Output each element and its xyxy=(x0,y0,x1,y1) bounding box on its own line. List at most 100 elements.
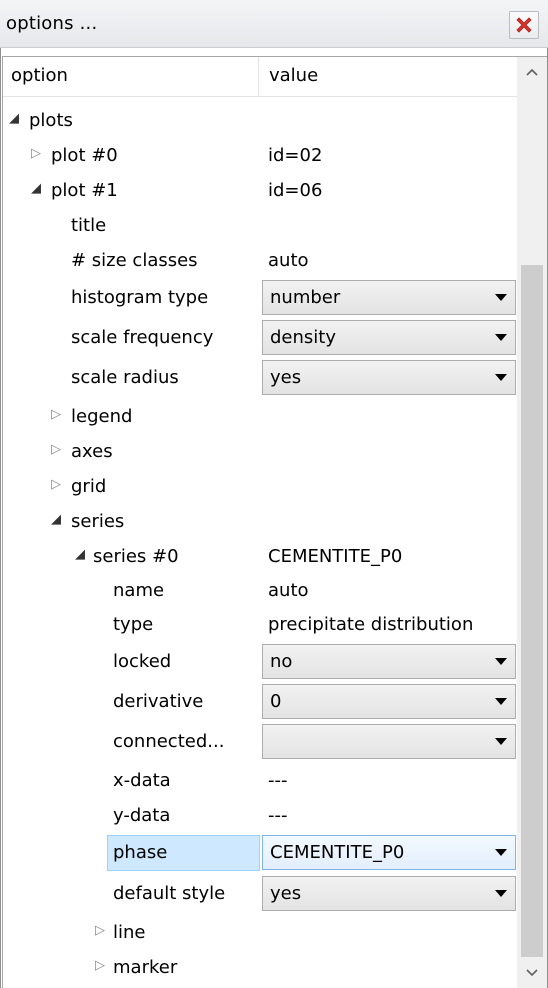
tree-row-x-data[interactable]: x-data --- xyxy=(3,765,517,798)
tree-value[interactable]: auto xyxy=(268,250,309,271)
scroll-down-button[interactable] xyxy=(517,958,547,988)
close-icon xyxy=(516,17,532,33)
tree-label: marker xyxy=(113,957,178,978)
derivative-dropdown[interactable]: 0 xyxy=(262,684,516,719)
connected-dropdown[interactable] xyxy=(262,724,516,759)
scroll-up-button[interactable] xyxy=(517,57,547,87)
tree-label: plot #0 xyxy=(51,145,118,166)
options-tree: option value ◢ plots ▷ plot #0 id=02 ◢ p… xyxy=(2,56,547,988)
column-header-value[interactable]: value xyxy=(261,65,318,104)
tree-label: connected... xyxy=(113,731,225,752)
tree-label: line xyxy=(113,922,146,943)
tree-row-derivative[interactable]: derivative 0 xyxy=(3,683,517,721)
tree-row-y-data[interactable]: y-data --- xyxy=(3,800,517,833)
tree-row-locked[interactable]: locked no xyxy=(3,643,517,681)
dropdown-value: CEMENTITE_P0 xyxy=(270,842,405,863)
expanded-triangle-icon[interactable]: ◢ xyxy=(75,547,85,562)
dropdown-arrow-icon xyxy=(495,849,507,856)
collapsed-triangle-icon[interactable]: ▷ xyxy=(95,923,105,938)
tree-label: axes xyxy=(71,441,113,462)
tree-row-series[interactable]: ◢ series xyxy=(3,506,517,539)
tree-row-scale-frequency[interactable]: scale frequency density xyxy=(3,319,517,357)
scale-radius-dropdown[interactable]: yes xyxy=(262,360,516,395)
tree-row-legend[interactable]: ▷ legend xyxy=(3,401,517,434)
tree-row-marker[interactable]: ▷ marker xyxy=(3,952,517,985)
dropdown-arrow-icon xyxy=(495,294,507,301)
dropdown-arrow-icon xyxy=(495,374,507,381)
tree-row-size-classes[interactable]: # size classes auto xyxy=(3,245,517,278)
tree-row-grid[interactable]: ▷ grid xyxy=(3,471,517,504)
tree-value[interactable]: auto xyxy=(268,580,309,601)
tree-row-line[interactable]: ▷ line xyxy=(3,917,517,950)
scrollbar-thumb[interactable] xyxy=(521,265,543,957)
column-divider[interactable] xyxy=(258,57,259,96)
tree-value: precipitate distribution xyxy=(268,614,474,635)
tree-value: id=02 xyxy=(268,145,323,166)
vertical-scrollbar[interactable] xyxy=(517,57,547,988)
tree-value[interactable]: --- xyxy=(268,770,288,791)
collapsed-triangle-icon[interactable]: ▷ xyxy=(51,442,61,457)
collapsed-triangle-icon[interactable]: ▷ xyxy=(31,146,41,161)
tree-value[interactable]: --- xyxy=(268,805,288,826)
tree-row-name[interactable]: name auto xyxy=(3,575,517,608)
tree-row-plots[interactable]: ◢ plots xyxy=(3,105,517,138)
tree-header: option value xyxy=(3,57,517,97)
expanded-triangle-icon[interactable]: ◢ xyxy=(9,111,19,126)
tree-label: name xyxy=(113,580,165,601)
collapsed-triangle-icon[interactable]: ▷ xyxy=(95,958,105,973)
expanded-triangle-icon[interactable]: ◢ xyxy=(51,512,61,527)
tree-row-histogram-type[interactable]: histogram type number xyxy=(3,279,517,317)
column-header-option[interactable]: option xyxy=(11,65,68,86)
tree-row-title[interactable]: title xyxy=(3,210,517,243)
expanded-triangle-icon[interactable]: ◢ xyxy=(31,181,41,196)
tree-label: legend xyxy=(71,406,133,427)
dropdown-value: yes xyxy=(270,367,302,388)
close-button[interactable] xyxy=(509,11,539,39)
tree-label: plots xyxy=(29,110,73,131)
tree-label: locked xyxy=(113,651,172,672)
tree-row-connected[interactable]: connected... xyxy=(3,723,517,761)
options-window: options ... option value ◢ plots ▷ plot … xyxy=(0,0,548,988)
dropdown-arrow-icon xyxy=(495,738,507,745)
default-style-dropdown[interactable]: yes xyxy=(262,876,516,911)
tree-row-axes[interactable]: ▷ axes xyxy=(3,436,517,469)
tree-label: # size classes xyxy=(71,250,198,271)
tree-row-type[interactable]: type precipitate distribution xyxy=(3,609,517,642)
dropdown-value: density xyxy=(270,327,336,348)
dropdown-arrow-icon xyxy=(495,698,507,705)
tree-row-default-style[interactable]: default style yes xyxy=(3,875,517,913)
collapsed-triangle-icon[interactable]: ▷ xyxy=(51,407,61,422)
dropdown-value: number xyxy=(270,287,341,308)
tree-row-plot-0[interactable]: ▷ plot #0 id=02 xyxy=(3,140,517,173)
scale-frequency-dropdown[interactable]: density xyxy=(262,320,516,355)
tree-label: series xyxy=(71,511,125,532)
tree-value: id=06 xyxy=(268,180,323,201)
tree-row-phase[interactable]: phase CEMENTITE_P0 xyxy=(3,833,517,873)
dropdown-arrow-icon xyxy=(495,890,507,897)
tree-row-series-0[interactable]: ◢ series #0 CEMENTITE_P0 xyxy=(3,541,517,574)
tree-label: derivative xyxy=(113,691,204,712)
locked-dropdown[interactable]: no xyxy=(262,644,516,679)
tree-row-plot-1[interactable]: ◢ plot #1 id=06 xyxy=(3,175,517,208)
histogram-type-dropdown[interactable]: number xyxy=(262,280,516,315)
tree-label: y-data xyxy=(113,805,171,826)
dropdown-value: 0 xyxy=(270,691,282,712)
tree-value: CEMENTITE_P0 xyxy=(268,546,403,567)
dropdown-value: yes xyxy=(270,883,302,904)
tree-label: default style xyxy=(113,883,226,904)
tree-label: scale radius xyxy=(71,367,179,388)
title-bar: options ... xyxy=(0,0,548,48)
tree-label: grid xyxy=(71,476,107,497)
dropdown-value: no xyxy=(270,651,293,672)
chevron-down-icon xyxy=(526,969,538,977)
tree-label: series #0 xyxy=(93,546,179,567)
tree-label: x-data xyxy=(113,770,171,791)
chevron-up-icon xyxy=(526,68,538,76)
dropdown-arrow-icon xyxy=(495,334,507,341)
tree-row-scale-radius[interactable]: scale radius yes xyxy=(3,359,517,397)
collapsed-triangle-icon[interactable]: ▷ xyxy=(51,477,61,492)
tree-label: type xyxy=(113,614,154,635)
phase-dropdown[interactable]: CEMENTITE_P0 xyxy=(262,835,516,870)
tree-label: histogram type xyxy=(71,287,209,308)
tree-label: plot #1 xyxy=(51,180,118,201)
